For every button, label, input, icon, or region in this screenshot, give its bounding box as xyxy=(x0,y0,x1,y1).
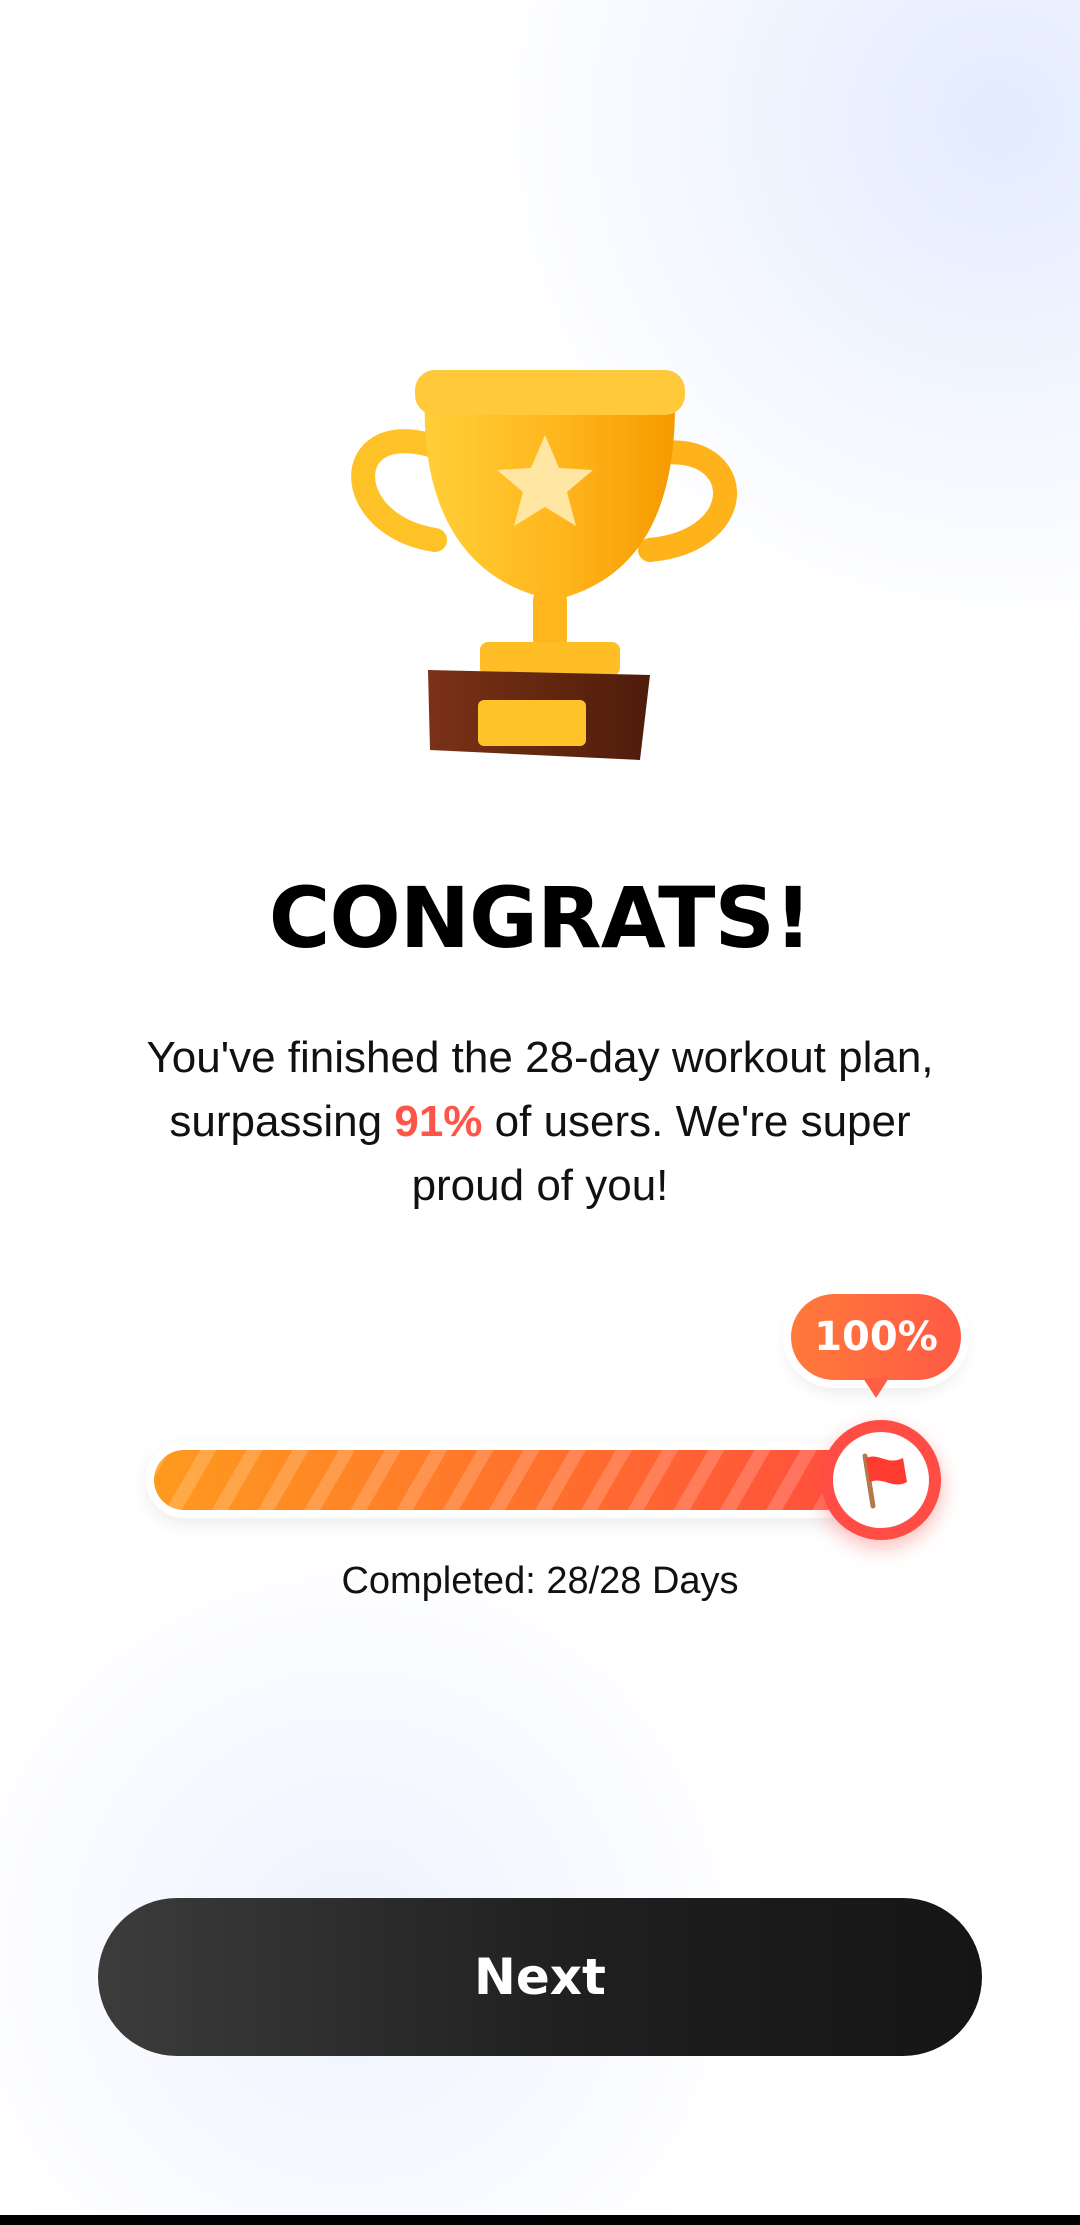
system-nav-bar xyxy=(0,2215,1080,2225)
flag-icon xyxy=(833,1432,929,1528)
progress-fill xyxy=(154,1450,894,1510)
next-button[interactable]: Next xyxy=(98,1898,982,2056)
trophy-icon xyxy=(340,350,760,780)
completed-days-label: Completed: 28/28 Days xyxy=(341,1560,739,1602)
message-text-end: of users. We're super proud of you! xyxy=(411,1097,911,1210)
progress-bar xyxy=(140,1420,950,1540)
page-title: CONGRATS! xyxy=(268,869,813,967)
congrats-message: You've finished the 28-day workout plan,… xyxy=(110,1026,970,1218)
goal-flag-badge xyxy=(821,1420,941,1540)
surpass-percentage: 91% xyxy=(394,1097,483,1146)
progress-percent-badge: 100% xyxy=(791,1294,961,1398)
